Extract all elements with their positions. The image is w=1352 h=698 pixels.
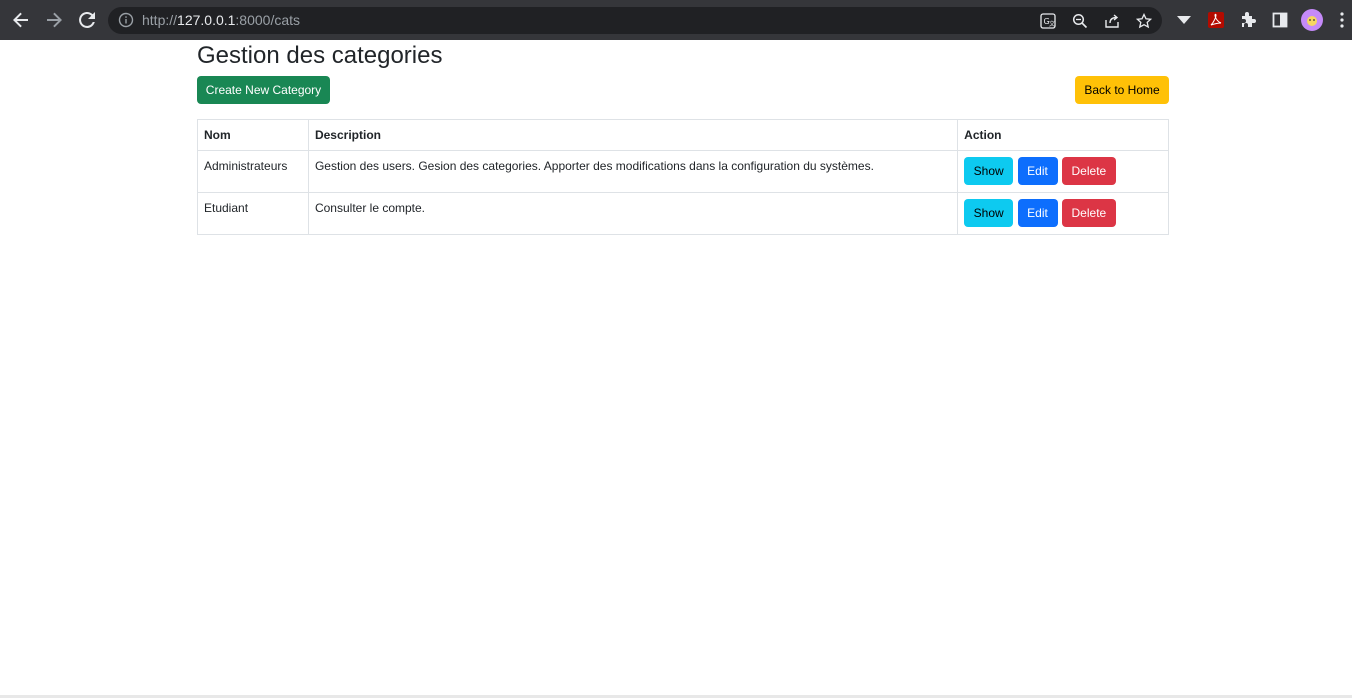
- sidebar-icon[interactable]: [1270, 10, 1290, 30]
- header-action: Action: [957, 119, 1169, 151]
- delete-button[interactable]: Delete: [1061, 157, 1116, 185]
- zoom-icon[interactable]: [1070, 11, 1090, 31]
- cell-actions: Show Edit Delete: [957, 150, 1169, 193]
- star-icon[interactable]: [1134, 11, 1154, 31]
- url-host: 127.0.0.1: [177, 12, 236, 28]
- browser-toolbar: http://127.0.0.1:8000/cats G文: [0, 0, 1352, 40]
- puzzle-icon[interactable]: [1238, 10, 1258, 30]
- table-row: Administrateurs Gestion des users. Gesio…: [197, 150, 1169, 193]
- share-icon[interactable]: [1102, 11, 1122, 31]
- more-icon[interactable]: [1335, 10, 1349, 30]
- table-row: Etudiant Consulter le compte. Show Edit …: [197, 192, 1169, 235]
- address-bar[interactable]: http://127.0.0.1:8000/cats G文: [108, 7, 1162, 34]
- dropdown-icon[interactable]: [1174, 10, 1194, 30]
- forward-arrow-icon[interactable]: [42, 8, 66, 32]
- reload-icon[interactable]: [75, 8, 99, 32]
- create-category-button[interactable]: Create New Category: [197, 76, 330, 104]
- pdf-icon[interactable]: [1206, 10, 1226, 30]
- show-button[interactable]: Show: [964, 157, 1014, 185]
- back-to-home-button[interactable]: Back to Home: [1075, 76, 1169, 104]
- avatar[interactable]: [1301, 9, 1323, 31]
- categories-table: Nom Description Action Administrateurs G…: [197, 119, 1169, 235]
- cell-description: Gestion des users. Gesion des categories…: [307, 150, 959, 193]
- show-button[interactable]: Show: [964, 199, 1014, 227]
- url-path: :8000/cats: [235, 12, 301, 28]
- info-icon[interactable]: [118, 12, 134, 28]
- delete-button[interactable]: Delete: [1061, 199, 1116, 227]
- url-text[interactable]: http://127.0.0.1:8000/cats: [142, 12, 300, 29]
- svg-text:文: 文: [1049, 20, 1055, 28]
- cell-nom: Administrateurs: [197, 150, 309, 193]
- url-scheme: http://: [142, 12, 178, 28]
- cell-nom: Etudiant: [197, 192, 309, 235]
- cell-actions: Show Edit Delete: [957, 192, 1169, 235]
- header-nom: Nom: [197, 119, 309, 151]
- cell-description: Consulter le compte.: [307, 192, 959, 235]
- page-title: Gestion des categories: [197, 42, 443, 69]
- table-header-row: Nom Description Action: [197, 119, 1169, 151]
- translate-icon[interactable]: G文: [1038, 11, 1058, 31]
- edit-button[interactable]: Edit: [1017, 199, 1058, 227]
- header-description: Description: [307, 119, 959, 151]
- edit-button[interactable]: Edit: [1017, 157, 1058, 185]
- back-arrow-icon[interactable]: [9, 8, 33, 32]
